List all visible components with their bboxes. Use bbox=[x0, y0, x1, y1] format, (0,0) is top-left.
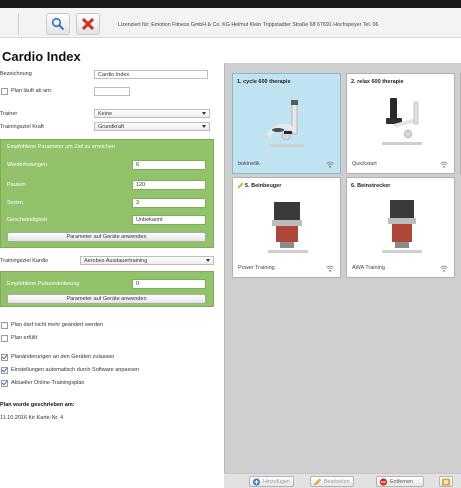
edit-device-label: Bearbeiten bbox=[324, 478, 350, 485]
edit-device-button[interactable]: Bearbeiten bbox=[310, 476, 354, 487]
param-label: Geschwindigkeit bbox=[7, 217, 48, 223]
apply-parameters-button[interactable]: Parameter auf Geräte anwenden bbox=[7, 232, 206, 242]
remove-device-label: Entfernen bbox=[390, 478, 413, 485]
allow-device-changes-label: Planänderungen an den Geräten zulassen bbox=[11, 354, 115, 360]
device-card-title: 5. Beinbeuger bbox=[245, 183, 282, 189]
device-card-title: 2. relax 600 therapie bbox=[351, 79, 404, 85]
wifi-icon bbox=[440, 161, 448, 168]
bezeichnung-label: Bezeichnung bbox=[0, 71, 32, 77]
wifi-icon bbox=[326, 265, 334, 272]
add-device-label: Hinzufügen bbox=[263, 478, 290, 485]
plan-expires-date-input[interactable] bbox=[94, 87, 130, 96]
plan-expires-checkbox[interactable] bbox=[1, 88, 8, 95]
auto-adjust-label: Einstellungen automatisch durch Software… bbox=[11, 367, 140, 373]
online-plan-checkbox[interactable] bbox=[1, 380, 8, 387]
recommended-parameters-heading: Empfohlene Parameter um Ziel zu erreiche… bbox=[7, 144, 115, 150]
plan-fulfilled-checkbox[interactable] bbox=[1, 335, 8, 342]
add-device-button[interactable]: Hinzufügen bbox=[249, 476, 294, 487]
film-button[interactable] bbox=[439, 476, 453, 487]
pulse-change-value[interactable]: 0 bbox=[132, 279, 206, 289]
search-button[interactable] bbox=[46, 13, 70, 35]
ziel-kraft-select[interactable]: Grundkraft bbox=[94, 122, 210, 131]
device-card-subtitle: bokinetik bbox=[238, 161, 260, 167]
device-card[interactable]: 2. relax 600 therapie Quickstart bbox=[346, 73, 455, 174]
device-actions-bar: Hinzufügen Bearbeiten Entfernen bbox=[224, 473, 461, 488]
ziel-cardio-label: Trainingsziel Kardio bbox=[0, 258, 49, 264]
bezeichnung-input[interactable]: Cardio Index bbox=[94, 70, 208, 79]
device-card-subtitle: Quickstart bbox=[352, 161, 377, 167]
device-card[interactable]: 1. cycle 600 therapie bokinetik bbox=[232, 73, 341, 174]
plan-locked-label: Plan darf nicht mehr geändert werden bbox=[11, 322, 104, 328]
ziel-kraft-label: Trainingsziel Kraft bbox=[0, 124, 44, 130]
param-value[interactable]: 6 bbox=[132, 160, 206, 170]
pulse-change-panel: Empfohlene Pulsveränderung 0 Parameter a… bbox=[0, 271, 214, 307]
toolbar: Lizenziert für: Emotion Fitness GmbH & C… bbox=[0, 8, 461, 38]
device-card-title: 1. cycle 600 therapie bbox=[237, 79, 291, 85]
page-title: Cardio Index bbox=[2, 49, 81, 64]
pulse-change-label: Empfohlene Pulsveränderung bbox=[7, 281, 80, 287]
device-card[interactable]: 6. Beinstrecker AWA Training bbox=[346, 177, 455, 278]
chevron-down-icon bbox=[202, 112, 206, 115]
auto-adjust-checkbox[interactable] bbox=[1, 367, 8, 374]
leg-curl-machine-image bbox=[268, 202, 308, 253]
allow-device-changes-checkbox[interactable] bbox=[1, 354, 8, 361]
film-icon bbox=[442, 478, 450, 485]
device-card-subtitle: AWA Training bbox=[352, 265, 385, 271]
remove-device-button[interactable]: Entfernen bbox=[376, 476, 424, 487]
recommended-parameters-panel: Empfohlene Parameter um Ziel zu erreiche… bbox=[0, 139, 214, 248]
plan-expires-label: Plan läuft ab am: bbox=[11, 88, 53, 94]
device-card-title: 6. Beinstrecker bbox=[351, 183, 391, 189]
apply-pulse-button[interactable]: Parameter auf Geräte anwenden bbox=[7, 294, 206, 304]
trainer-select[interactable]: Keine bbox=[94, 109, 210, 118]
wifi-icon bbox=[326, 161, 334, 168]
online-plan-label: Aktueller Online-Trainingsplan bbox=[11, 380, 85, 386]
device-panel: 1. cycle 600 therapie bokinetik 2. relax… bbox=[224, 63, 461, 473]
written-label: Plan wurde geschrieben am: bbox=[0, 402, 75, 408]
window-top-strip bbox=[0, 0, 461, 8]
ziel-cardio-select-value: Aerobes Ausdauertraining bbox=[84, 258, 148, 264]
param-value[interactable]: Unbekannt bbox=[132, 215, 206, 225]
leg-extension-machine-image bbox=[382, 200, 422, 253]
param-label: Wiederholungen bbox=[7, 162, 48, 168]
pencil-icon bbox=[237, 182, 244, 189]
license-text: Lizenziert für: Emotion Fitness GmbH & C… bbox=[118, 22, 379, 28]
plan-locked-checkbox[interactable] bbox=[1, 322, 8, 329]
recumbent-bike-image bbox=[382, 98, 422, 145]
trainer-label: Trainer bbox=[0, 111, 18, 117]
device-card-subtitle: Power Training bbox=[238, 265, 275, 271]
wifi-icon bbox=[440, 265, 448, 272]
device-card[interactable]: 5. Beinbeuger Power Training bbox=[232, 177, 341, 278]
param-value[interactable]: 3 bbox=[132, 198, 206, 208]
pencil-icon bbox=[314, 478, 322, 485]
red-x-icon bbox=[81, 17, 95, 31]
delete-button[interactable] bbox=[76, 13, 100, 35]
ziel-cardio-select[interactable]: Aerobes Ausdauertraining bbox=[80, 256, 214, 265]
trainer-select-value: Keine bbox=[98, 111, 113, 117]
add-circle-icon bbox=[252, 477, 261, 486]
toolbar-separator bbox=[18, 13, 19, 35]
plan-fulfilled-label: Plan erfüllt bbox=[11, 335, 37, 341]
param-label: Pausen bbox=[7, 182, 26, 188]
param-value[interactable]: 120 bbox=[132, 180, 206, 190]
written-value: 11.10.2016 für Karte-Nr. 4 bbox=[0, 415, 64, 421]
chevron-down-icon bbox=[202, 125, 206, 128]
chevron-down-icon bbox=[206, 259, 210, 262]
remove-circle-icon bbox=[379, 477, 388, 486]
exercise-bike-image bbox=[266, 100, 304, 147]
magnifier-icon bbox=[51, 17, 65, 31]
ziel-kraft-select-value: Grundkraft bbox=[98, 124, 124, 130]
param-label: Serien bbox=[7, 200, 23, 206]
